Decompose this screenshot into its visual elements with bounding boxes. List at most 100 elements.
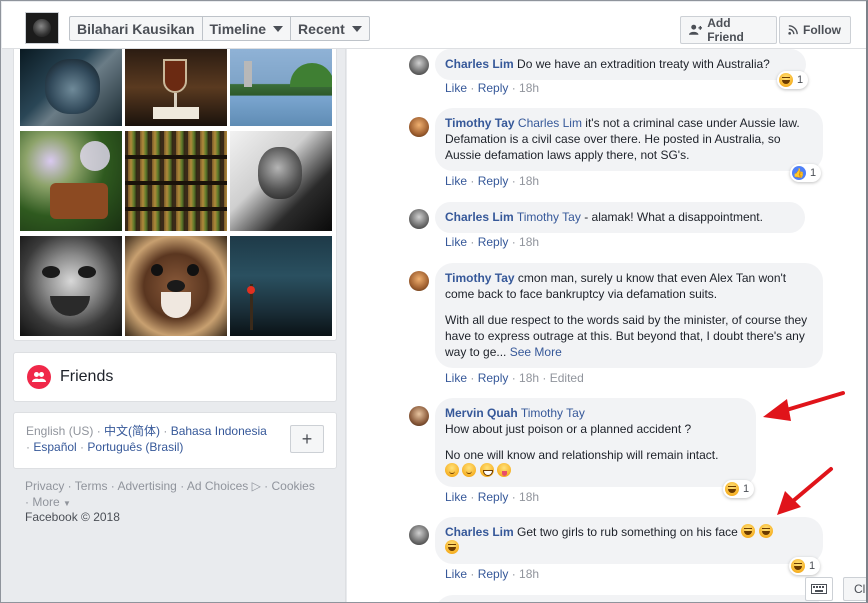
photo-thumbnail[interactable]: [125, 49, 227, 126]
ad-choices-icon: ▷: [251, 479, 261, 493]
comment-time[interactable]: 18h: [519, 371, 539, 385]
tagged-user[interactable]: Charles Lim: [518, 116, 582, 130]
red-arrow-annotation: [763, 391, 845, 421]
keyboard-button[interactable]: [805, 577, 833, 601]
comment-text: With all due respect to the words said b…: [445, 313, 808, 359]
language-link-spanish[interactable]: Español: [33, 440, 76, 454]
photo-thumbnail[interactable]: [125, 131, 227, 231]
timeline-dropdown[interactable]: Timeline: [203, 17, 292, 40]
laugh-emoji-icon: [791, 559, 805, 573]
footer-link-privacy[interactable]: Privacy: [25, 479, 64, 493]
language-link-portuguese[interactable]: Português (Brasil): [87, 440, 183, 454]
commenter-avatar[interactable]: [409, 55, 429, 75]
comment-time[interactable]: 18h: [519, 490, 539, 504]
commenter-avatar[interactable]: [409, 406, 429, 426]
photos-grid: [13, 49, 337, 341]
add-friend-label: Add Friend: [707, 16, 744, 44]
comment-author[interactable]: Charles Lim: [445, 525, 514, 539]
comment-author[interactable]: Charles Lim: [445, 57, 514, 71]
commenter-avatar[interactable]: [409, 271, 429, 291]
copyright: Facebook © 2018: [25, 510, 120, 524]
like-link[interactable]: Like: [445, 490, 467, 504]
reaction-badge[interactable]: 1: [723, 480, 755, 498]
comment-author[interactable]: Timothy Tay: [445, 271, 515, 285]
comment-actions: Like · Reply · 18h: [445, 81, 540, 95]
comment-author[interactable]: Charles Lim: [445, 210, 514, 224]
photo-thumbnail[interactable]: [20, 236, 122, 336]
add-friend-icon: [689, 24, 703, 35]
comment-time[interactable]: 18h: [519, 81, 539, 95]
comment-actions: Like · Reply · 18h: [445, 567, 540, 581]
recent-dropdown[interactable]: Recent: [291, 17, 369, 40]
photo-thumbnail[interactable]: [20, 49, 122, 126]
reply-link[interactable]: Reply: [478, 567, 509, 581]
comment-text: Get two girls to rub something on his fa…: [517, 525, 738, 539]
laugh-emoji-icon: [779, 73, 793, 87]
reaction-badge[interactable]: 👍 1: [790, 164, 822, 182]
laugh-emoji-icon: [725, 482, 739, 496]
reply-link[interactable]: Reply: [478, 371, 509, 385]
tagged-user[interactable]: Timothy Tay: [521, 406, 585, 420]
photo-thumbnail[interactable]: [20, 131, 122, 231]
like-link[interactable]: Like: [445, 81, 467, 95]
language-link-chinese[interactable]: 中文(简体): [104, 424, 160, 438]
comment-bubble: Charles Lim Timothy Tay - alamak! What a…: [435, 202, 805, 233]
comment-time[interactable]: 18h: [519, 567, 539, 581]
comment-author[interactable]: Mervin Quah: [445, 406, 518, 420]
comment-bubble: Charles Lim Get two girls to rub somethi…: [435, 517, 823, 564]
profile-name-link[interactable]: Bilahari Kausikan: [70, 17, 203, 40]
see-more-link[interactable]: See More: [510, 345, 562, 359]
reply-link[interactable]: Reply: [478, 174, 509, 188]
chat-button[interactable]: Cl: [843, 577, 866, 601]
profile-header-bar: Bilahari Kausikan Timeline Recent Add Fr…: [2, 2, 866, 49]
add-language-button[interactable]: +: [290, 425, 324, 453]
language-current: English (US): [26, 424, 94, 438]
language-selector: English (US) · 中文(简体) · Bahasa Indonesia…: [13, 412, 337, 469]
reply-link[interactable]: Reply: [478, 235, 509, 249]
reaction-badge[interactable]: 1: [777, 71, 809, 89]
commenter-avatar[interactable]: [409, 117, 429, 137]
tongue-emoji-icon: [497, 463, 512, 477]
comment-actions: Like · Reply · 18h: [445, 235, 540, 249]
footer-link-terms[interactable]: Terms: [75, 479, 108, 493]
footer-links: Privacy · Terms · Advertising · Ad Choic…: [25, 479, 315, 509]
footer-link-advertising[interactable]: Advertising: [117, 479, 176, 493]
photo-thumbnail[interactable]: [230, 131, 332, 231]
comment-time[interactable]: 18h: [519, 235, 539, 249]
footer-link-cookies[interactable]: Cookies: [272, 479, 315, 493]
comments-panel: Charles Lim Do we have an extradition tr…: [347, 49, 866, 602]
reply-link[interactable]: Reply: [478, 81, 509, 95]
reply-link[interactable]: Reply: [478, 490, 509, 504]
follow-button[interactable]: Follow: [779, 16, 851, 44]
like-link[interactable]: Like: [445, 371, 467, 385]
like-link[interactable]: Like: [445, 567, 467, 581]
like-link[interactable]: Like: [445, 235, 467, 249]
comment-actions: Like · Reply · 18h: [445, 490, 540, 504]
commenter-avatar[interactable]: [409, 525, 429, 545]
add-friend-button[interactable]: Add Friend: [680, 16, 777, 44]
laugh-emoji-icon: [758, 524, 773, 538]
footer-link-ad-choices[interactable]: Ad Choices: [187, 479, 248, 493]
footer-link-more[interactable]: More: [32, 495, 59, 509]
keyboard-icon: [811, 584, 827, 594]
profile-avatar[interactable]: [25, 12, 59, 44]
reaction-badge[interactable]: 1: [789, 557, 821, 575]
friends-section[interactable]: Friends: [13, 352, 337, 402]
language-link-indonesian[interactable]: Bahasa Indonesia: [171, 424, 267, 438]
photo-thumbnail[interactable]: [230, 236, 332, 336]
comment-text: No one will know and relationship will r…: [445, 448, 719, 462]
comment-author[interactable]: Timothy Tay: [445, 116, 515, 130]
tagged-user[interactable]: Timothy Tay: [517, 210, 581, 224]
reaction-count: 1: [743, 483, 750, 495]
commenter-avatar[interactable]: [409, 209, 429, 229]
photo-thumbnail[interactable]: [230, 49, 332, 126]
laugh-emoji-icon: [445, 540, 459, 554]
profile-breadcrumb: Bilahari Kausikan Timeline Recent: [69, 16, 370, 41]
comment-text: - alamak! What a disappointment.: [584, 210, 763, 224]
like-link[interactable]: Like: [445, 174, 467, 188]
comment-actions: Like · Reply · 18h: [445, 174, 540, 188]
comment-time[interactable]: 18h: [519, 174, 539, 188]
like-icon: 👍: [792, 166, 806, 180]
photo-thumbnail[interactable]: [125, 236, 227, 336]
rss-icon: [788, 25, 798, 35]
